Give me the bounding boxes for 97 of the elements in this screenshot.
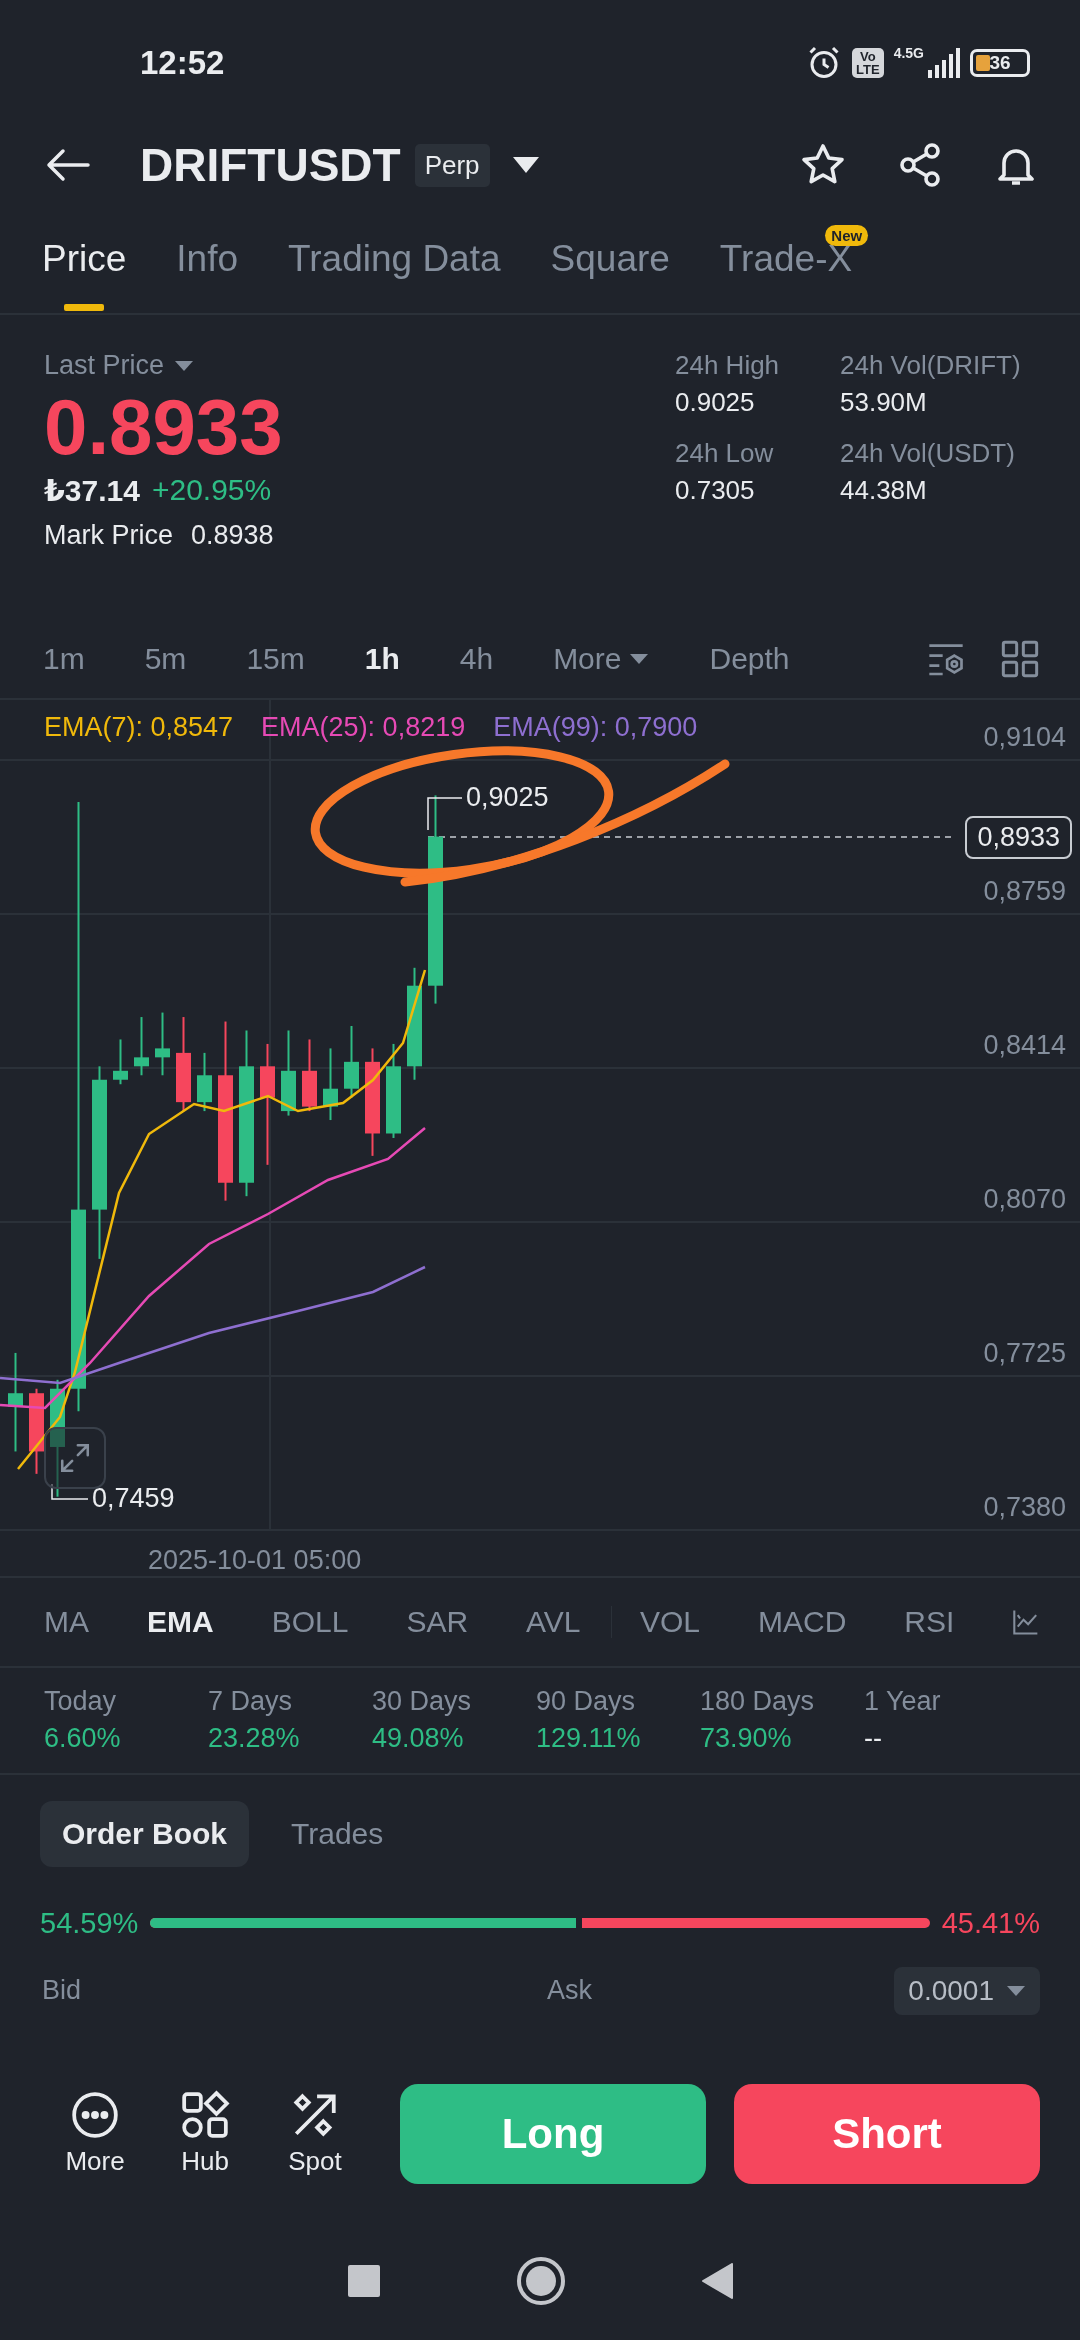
period-label: 7 Days (208, 1686, 294, 1717)
candlestick (155, 1011, 170, 1077)
period-change: 73.90% (700, 1723, 793, 1754)
price-change: +20.95% (151, 473, 272, 508)
signal-icon (926, 47, 960, 78)
period-change: 49.08% (372, 1723, 465, 1754)
price-axis-label: 0,7380 (983, 1492, 1066, 1523)
indicator-tab[interactable]: SAR (406, 1605, 469, 1639)
indicator-legend: EMA(25): 0,8219 (261, 712, 466, 743)
price-axis-label: 0,7725 (983, 1338, 1066, 1369)
bid-ratio: 54.59% (40, 1906, 139, 1940)
stat-label: 24h High (675, 350, 781, 381)
price-axis-label: 0,8414 (983, 1030, 1066, 1061)
shapes-icon (180, 2090, 230, 2140)
nav-tab[interactable]: Square (550, 238, 670, 280)
ask-column-header: Ask (547, 1975, 592, 2006)
stat-value: 0.7305 (675, 475, 756, 506)
interval-tab[interactable]: 1m (43, 642, 85, 676)
low-price-label: 0,7459 (92, 1483, 175, 1514)
ask-ratio: 45.41% (941, 1906, 1040, 1940)
home-icon[interactable] (516, 2256, 566, 2306)
nav-tab[interactable]: Price (42, 238, 127, 280)
high-price-label: 0,9025 (466, 782, 549, 813)
new-badge: New (825, 225, 869, 246)
caret-icon[interactable] (174, 359, 195, 372)
mark-price: 0.8938 (191, 520, 274, 551)
low-leader-line (51, 1483, 89, 1500)
precision-dropdown[interactable]: 0.0001 (894, 1966, 1040, 2015)
interval-tab[interactable]: 5m (144, 642, 187, 676)
expand-button[interactable] (44, 1427, 106, 1489)
interval-tab[interactable]: 15m (246, 642, 305, 676)
time-axis-label: 2025-10-01 05:00 (148, 1545, 362, 1576)
long-button[interactable]: Long (400, 2083, 706, 2184)
action-button[interactable]: Hub (150, 2090, 260, 2177)
action-button[interactable]: Spot (260, 2090, 370, 2177)
candlestick (197, 1051, 212, 1113)
period-label: 90 Days (536, 1686, 637, 1717)
period-change: 6.60% (44, 1723, 122, 1754)
candlestick (134, 1016, 149, 1077)
status-time: 12:52 (140, 43, 225, 82)
nav-tab[interactable]: Info (176, 238, 239, 280)
book-tab[interactable]: Trades (269, 1801, 406, 1867)
book-tab[interactable]: Order Book (40, 1801, 250, 1867)
recents-icon[interactable] (347, 2264, 381, 2298)
nav-tab[interactable]: Trading Data (288, 238, 501, 280)
indicator-tab[interactable]: EMA (147, 1605, 214, 1639)
indicator-tab[interactable]: MA (44, 1605, 89, 1639)
indicator-tab[interactable]: RSI (904, 1605, 955, 1639)
last-price: 0.8933 (44, 382, 283, 473)
interval-tab[interactable]: 1h (364, 642, 400, 676)
stat-label: 24h Vol(USDT) (840, 438, 1016, 469)
indicator-legend: EMA(99): 0,7900 (493, 712, 698, 743)
price-type-label[interactable]: Last Price (44, 350, 165, 381)
period-change: 23.28% (208, 1723, 301, 1754)
period-label: 1 Year (864, 1686, 942, 1717)
contract-tag: Perp (414, 143, 490, 187)
price-axis-label: 0,9104 (983, 722, 1066, 753)
fiat-price: ₺37.14 (44, 473, 140, 508)
dropdown-caret-icon[interactable] (511, 156, 540, 174)
mark-price-label: Mark Price (44, 520, 173, 551)
action-button[interactable]: More (40, 2090, 150, 2177)
interval-tab[interactable]: Depth (709, 642, 790, 676)
indicator-tab[interactable]: BOLL (271, 1605, 349, 1639)
period-label: Today (44, 1686, 118, 1717)
grid-icon[interactable] (1000, 639, 1040, 679)
indicator-tab[interactable]: AVL (526, 1605, 581, 1639)
short-button[interactable]: Short (734, 2083, 1040, 2184)
caret-icon (1006, 1984, 1026, 1997)
period-label: 180 Days (700, 1686, 816, 1717)
pair-title[interactable]: DRIFTUSDT (140, 138, 401, 192)
period-change: -- (864, 1723, 883, 1754)
period-label: 30 Days (372, 1686, 473, 1717)
current-price-tag: 0,8933 (965, 816, 1072, 859)
stat-value: 0.9025 (675, 387, 756, 418)
battery-icon: 36 (970, 48, 1030, 77)
volte-icon: Vo LTE (852, 47, 884, 78)
back-icon[interactable] (46, 148, 90, 182)
high-leader-line (427, 797, 463, 831)
indicator-tab[interactable]: VOL (639, 1605, 700, 1639)
candlestick (113, 1038, 128, 1086)
network-type: 4.5G (893, 44, 924, 61)
interval-tab[interactable]: More (553, 642, 650, 676)
interval-tab[interactable]: 4h (459, 642, 494, 676)
stat-value: 44.38M (840, 475, 928, 506)
stat-label: 24h Vol(DRIFT) (840, 350, 1022, 381)
expand-icon (58, 1441, 92, 1475)
back-nav-icon[interactable] (701, 2263, 733, 2299)
stat-value: 53.90M (840, 387, 928, 418)
period-change: 129.11% (536, 1723, 642, 1754)
more-icon (70, 2090, 120, 2140)
caret-icon (629, 653, 650, 665)
bid-column-header: Bid (42, 1975, 83, 2006)
price-axis-label: 0,8070 (983, 1184, 1066, 1215)
indicator-legend: EMA(7): 0,8547 (44, 712, 234, 743)
price-axis-label: 0,8759 (983, 876, 1066, 907)
stat-label: 24h Low (675, 438, 775, 469)
indicator-tab[interactable]: MACD (758, 1605, 847, 1639)
